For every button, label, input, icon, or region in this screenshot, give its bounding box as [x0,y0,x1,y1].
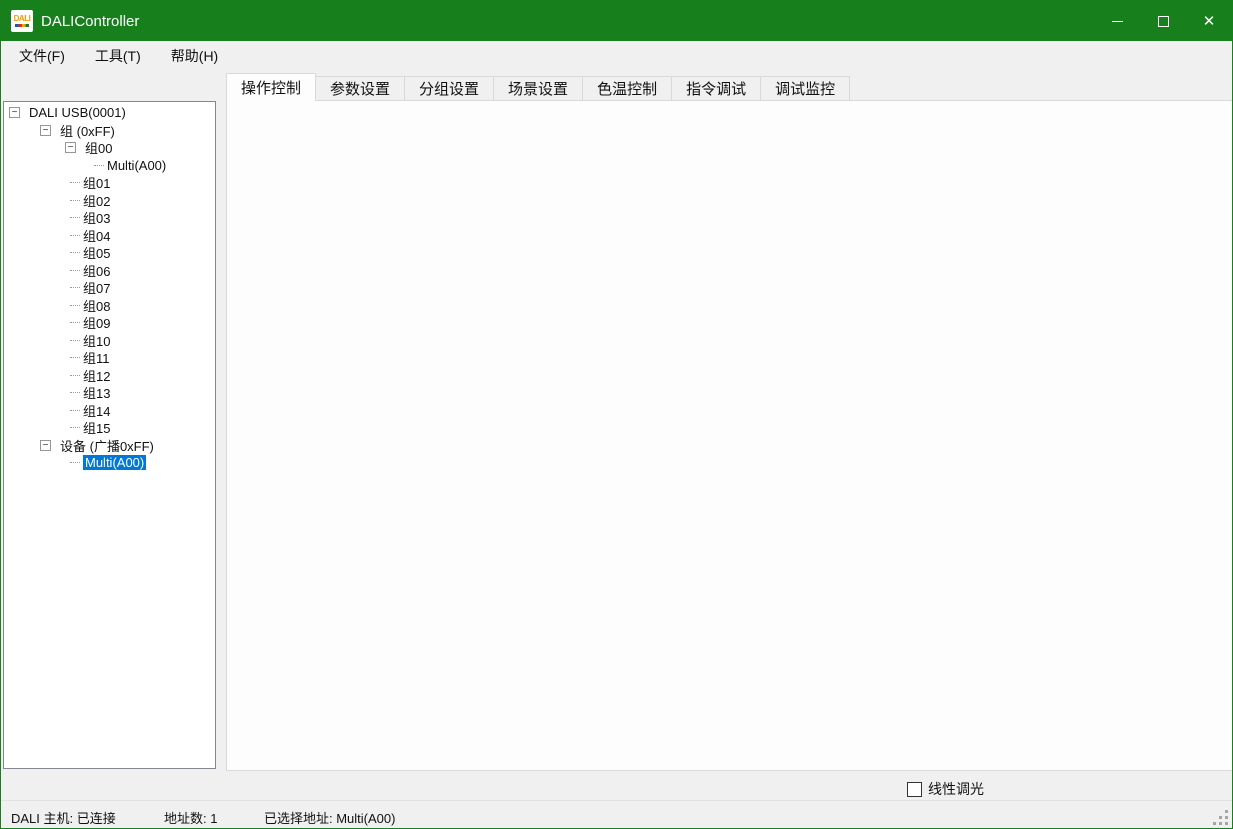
tab-debug-monitor[interactable]: 调试监控 [761,76,850,101]
tree-item-multi-a00[interactable]: Multi(A00) [4,157,215,175]
resize-grip[interactable] [1225,822,1228,825]
tree-item-group14[interactable]: 组14 [4,402,215,420]
linear-dimming-checkbox[interactable] [907,782,922,797]
tab-operation-control[interactable]: 操作控制 [226,73,316,101]
collapse-icon[interactable]: − [65,142,76,153]
host-status-text: DALI 主机: 已连接 [11,808,116,827]
menu-bar: 文件(F) 工具(T) 帮助(H) [1,41,1232,71]
tree-item-group09[interactable]: 组09 [4,314,215,332]
tab-color-temp-control[interactable]: 色温控制 [583,76,672,101]
tree-item-group03[interactable]: 组03 [4,209,215,227]
minimize-button[interactable] [1094,1,1140,41]
tree-item-group06[interactable]: 组06 [4,262,215,280]
app-icon-text: DALI [14,15,31,23]
close-button[interactable]: ✕ [1186,1,1232,41]
maximize-icon [1158,16,1169,27]
selected-tree-label: Multi(A00) [83,455,146,470]
device-tree: −DALI USB(0001) −组 (0xFF) −组00 Multi(A00… [3,101,216,769]
tab-strip: 操作控制 参数设置 分组设置 场景设置 色温控制 指令调试 调试监控 [226,73,850,101]
tree-item-group05[interactable]: 组05 [4,244,215,262]
tree-item-group13[interactable]: 组13 [4,384,215,402]
menu-help[interactable]: 帮助(H) [159,42,230,70]
maximize-button[interactable] [1140,1,1186,41]
collapse-icon[interactable]: − [40,440,51,451]
linear-dimming-label: 线性调光 [928,779,984,799]
app-icon: DALI [11,10,33,32]
address-count-text: 地址数: 1 [164,808,217,827]
tab-command-debug[interactable]: 指令调试 [672,76,761,101]
tree-item-group10[interactable]: 组10 [4,332,215,350]
tree-item-group12[interactable]: 组12 [4,367,215,385]
tree-item-group01[interactable]: 组01 [4,174,215,192]
tab-parameter-settings[interactable]: 参数设置 [316,76,405,101]
menu-file[interactable]: 文件(F) [7,42,77,70]
tree-item-group00[interactable]: −组00 [4,139,215,157]
collapse-icon[interactable]: − [40,125,51,136]
tree-item-device-broadcast[interactable]: −设备 (广播0xFF) [4,437,215,455]
window-title: DALIController [41,13,139,30]
tree-item-dali-usb[interactable]: −DALI USB(0001) [4,104,215,122]
tab-page-operation-control [226,100,1233,771]
title-bar: DALI DALIController ✕ [1,1,1232,41]
tree-item-multi-a00-selected[interactable]: Multi(A00) [4,454,215,472]
tab-scene-settings[interactable]: 场景设置 [494,76,583,101]
tree-item-group04[interactable]: 组04 [4,227,215,245]
selected-address-text: 已选择地址: Multi(A00) [264,808,395,827]
tree-item-group08[interactable]: 组08 [4,297,215,315]
tree-item-group11[interactable]: 组11 [4,349,215,367]
app-window: DALI DALIController ✕ 文件(F) 工具(T) 帮助(H) … [0,0,1233,829]
close-icon: ✕ [1203,14,1216,29]
tree-item-group15[interactable]: 组15 [4,419,215,437]
tree-item-group07[interactable]: 组07 [4,279,215,297]
linear-dimming-option[interactable]: 线性调光 [907,779,984,799]
tree-item-group02[interactable]: 组02 [4,192,215,210]
app-icon-bar [15,24,29,27]
minimize-icon [1112,21,1123,22]
menu-tools[interactable]: 工具(T) [83,42,153,70]
status-bar: DALI 主机: 已连接 地址数: 1 已选择地址: Multi(A00) [1,800,1232,829]
tab-group-settings[interactable]: 分组设置 [405,76,494,101]
tree-item-group-root[interactable]: −组 (0xFF) [4,122,215,140]
collapse-icon[interactable]: − [9,107,20,118]
